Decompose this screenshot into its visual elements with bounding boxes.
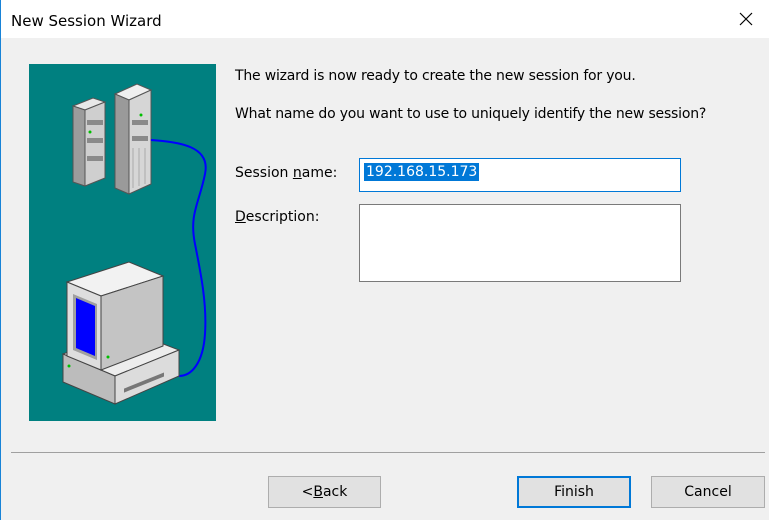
wizard-question-text: What name do you want to use to uniquely… (235, 106, 707, 122)
wizard-window: New Session Wizard The wizard is now rea… (0, 0, 769, 520)
cancel-button[interactable]: Cancel (651, 476, 765, 508)
computer-icon (61, 261, 181, 405)
back-button-post: ack (322, 484, 348, 500)
session-name-value: 192.168.15.173 (364, 163, 480, 181)
title-bar: New Session Wizard (1, 0, 769, 38)
session-name-label-mnemonic: n (292, 165, 302, 181)
description-label: Description: (235, 209, 319, 225)
separator (11, 452, 765, 453)
session-name-input[interactable]: 192.168.15.173 (359, 158, 681, 192)
session-name-label-post: ame: (301, 165, 338, 181)
network-illustration (61, 83, 207, 405)
back-button[interactable]: < Back (268, 476, 381, 508)
close-icon (739, 12, 753, 26)
wizard-illustration (29, 64, 216, 421)
window-title: New Session Wizard (11, 12, 162, 30)
back-button-pre: < (301, 484, 314, 500)
server-tower-icon (71, 83, 153, 195)
back-button-mnemonic: B (313, 484, 323, 500)
finish-button[interactable]: Finish (517, 476, 631, 508)
session-name-label: Session name: (235, 165, 337, 181)
description-input[interactable] (359, 204, 681, 282)
description-label-post: escription: (245, 209, 320, 225)
description-label-mnemonic: D (235, 209, 246, 225)
session-name-label-pre: Session (235, 165, 293, 181)
close-button[interactable] (723, 0, 769, 38)
wizard-intro-text: The wizard is now ready to create the ne… (235, 68, 636, 84)
